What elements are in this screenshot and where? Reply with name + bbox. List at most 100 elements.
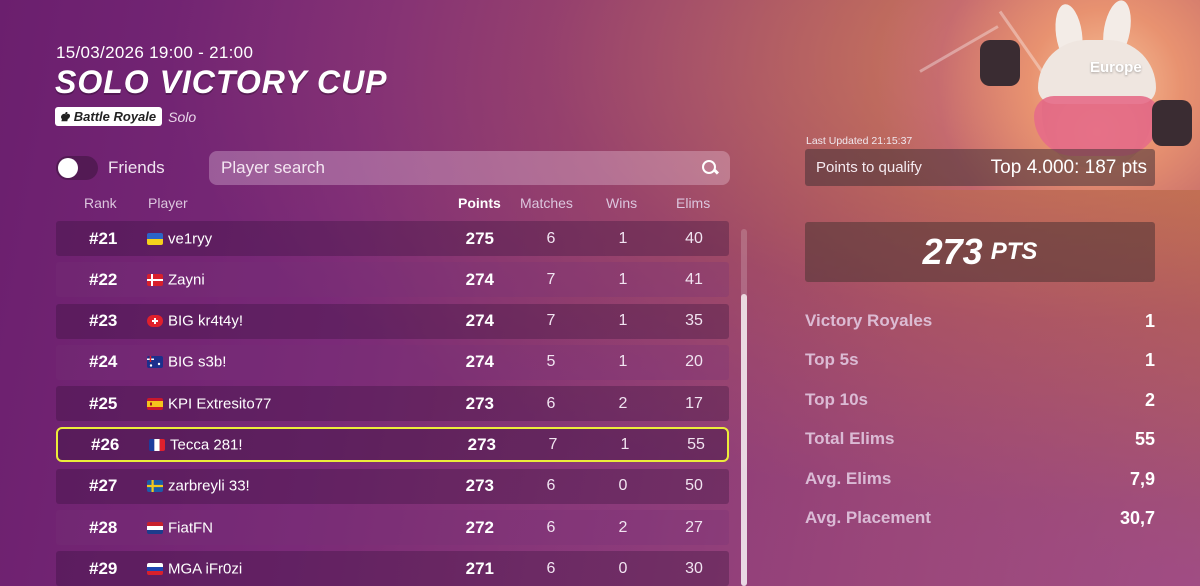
row-rank: #26 [91,434,120,454]
row-wins: 2 [618,518,628,536]
column-points[interactable]: Points [458,195,501,211]
row-elims: 40 [685,229,703,247]
row-player-name: KPI Extresito77 [168,395,272,413]
qualify-panel: Points to qualify Top 4.000: 187 pts [805,149,1155,186]
row-player-name: Tecca 281! [170,436,243,454]
row-matches: 6 [546,229,556,247]
stat-victory-royales: Victory Royales 1 [805,307,1155,346]
row-points: 273 [465,393,494,413]
row-matches: 7 [546,270,556,288]
leaderboard-row[interactable]: #28 FiatFN 272 6 2 27 [56,510,729,546]
search-icon[interactable] [702,160,718,176]
stat-value: 55 [1134,429,1155,450]
row-wins: 1 [618,312,628,330]
stat-label: Top 5s [805,350,859,370]
row-rank: #28 [89,517,118,537]
row-rank: #22 [89,269,118,289]
row-wins: 0 [618,477,628,495]
stat-label: Avg. Elims [805,468,892,488]
row-player-name: FiatFN [168,519,213,537]
event-date: 15/03/2026 19:00 - 21:00 [56,43,254,62]
row-elims: 27 [685,518,703,536]
row-matches: 6 [546,518,556,536]
row-rank: #29 [89,558,118,578]
row-rank: #21 [89,228,118,248]
row-matches: 7 [548,435,558,453]
row-elims: 30 [685,559,703,577]
row-points: 274 [465,352,494,372]
leaderboard-row[interactable]: #23 BIG kr4t4y! 274 7 1 35 [56,303,729,339]
event-title: SOLO VICTORY CUP [55,64,388,100]
mode-badge-label: Battle Royale [73,109,157,124]
leaderboard-row-highlighted[interactable]: #26 Tecca 281! 273 7 1 55 [56,427,729,463]
row-matches: 5 [546,353,556,371]
row-player-name: MGA iFr0zi [168,560,243,578]
mode-badge: ♚ Battle Royale [55,107,163,126]
mode-subtitle: Solo [168,108,197,125]
row-matches: 7 [546,312,556,330]
search-input[interactable] [221,158,702,178]
column-matches[interactable]: Matches [520,195,573,211]
russia-flag-icon [147,562,163,575]
leaderboard-row[interactable]: #22 Zayni 274 7 1 41 [56,262,729,298]
row-elims: 17 [685,394,703,412]
stat-value: 1 [1144,350,1155,371]
france-flag-icon [149,438,165,451]
leaderboard-rows: #21 ve1ryy 275 6 1 40 #22 Zayni 274 7 1 … [56,221,729,586]
row-player-name: BIG s3b! [168,353,227,371]
leaderboard-row[interactable]: #21 ve1ryy 275 6 1 40 [56,221,729,256]
row-points: 272 [465,517,494,537]
spain-flag-icon [147,397,163,410]
leaderboard-row[interactable]: #25 KPI Extresito77 273 6 2 17 [56,386,729,422]
friends-filter: Friends [56,156,165,180]
row-elims: 41 [685,270,703,288]
leaderboard-row[interactable]: #24 BIG s3b! 274 5 1 20 [56,344,729,380]
crown-icon: ♚ [59,109,70,124]
row-points: 273 [467,434,496,454]
stat-value: 1 [1144,311,1155,331]
row-wins: 0 [618,559,628,577]
friends-label: Friends [108,158,165,177]
ukraine-flag-icon [147,232,163,245]
stat-avg-elims: Avg. Elims 7,9 [805,465,1155,504]
total-points-value: 273 [922,231,983,272]
row-matches: 6 [546,394,556,412]
row-elims: 50 [685,477,703,495]
switzerland-flag-icon [147,315,163,328]
row-wins: 1 [620,435,630,453]
toggle-knob [58,158,78,178]
row-rank: #27 [89,476,118,496]
row-player-name: BIG kr4t4y! [168,312,244,330]
row-player-name: Zayni [168,271,205,289]
stat-value: 30,7 [1119,507,1155,528]
column-player: Player [148,195,188,211]
leaderboard-scrollbar[interactable] [741,229,747,586]
row-rank: #23 [89,311,118,331]
row-wins: 1 [618,270,628,288]
leaderboard-row[interactable]: #27 zarbreyli 33! 273 6 0 50 [56,468,729,504]
row-elims: 20 [685,353,703,371]
denmark-flag-icon [147,273,163,286]
row-matches: 6 [546,559,556,577]
mode-row: ♚ Battle Royale Solo [55,107,196,126]
region-label: Europe [1090,59,1142,76]
stat-top-10s: Top 10s 2 [805,386,1155,425]
row-points: 274 [465,269,494,289]
total-points-unit: PTS [990,238,1038,265]
friends-toggle[interactable] [56,156,98,180]
row-rank: #25 [89,393,118,413]
row-points: 275 [465,228,494,248]
player-search[interactable] [209,151,730,185]
column-elims[interactable]: Elims [676,195,710,211]
row-elims: 35 [685,312,703,330]
scrollbar-thumb[interactable] [741,294,747,586]
row-rank: #24 [89,352,118,372]
row-wins: 1 [618,229,628,247]
stat-top-5s: Top 5s 1 [805,346,1155,385]
last-updated: Last Updated 21:15:37 [806,135,913,147]
column-wins[interactable]: Wins [606,195,637,211]
player-stats: Victory Royales 1 Top 5s 1 Top 10s 2 Tot… [805,307,1155,543]
leaderboard-row[interactable]: #29 MGA iFr0zi 271 6 0 30 [56,551,729,586]
row-elims: 55 [687,435,705,453]
australia-flag-icon [147,356,163,369]
